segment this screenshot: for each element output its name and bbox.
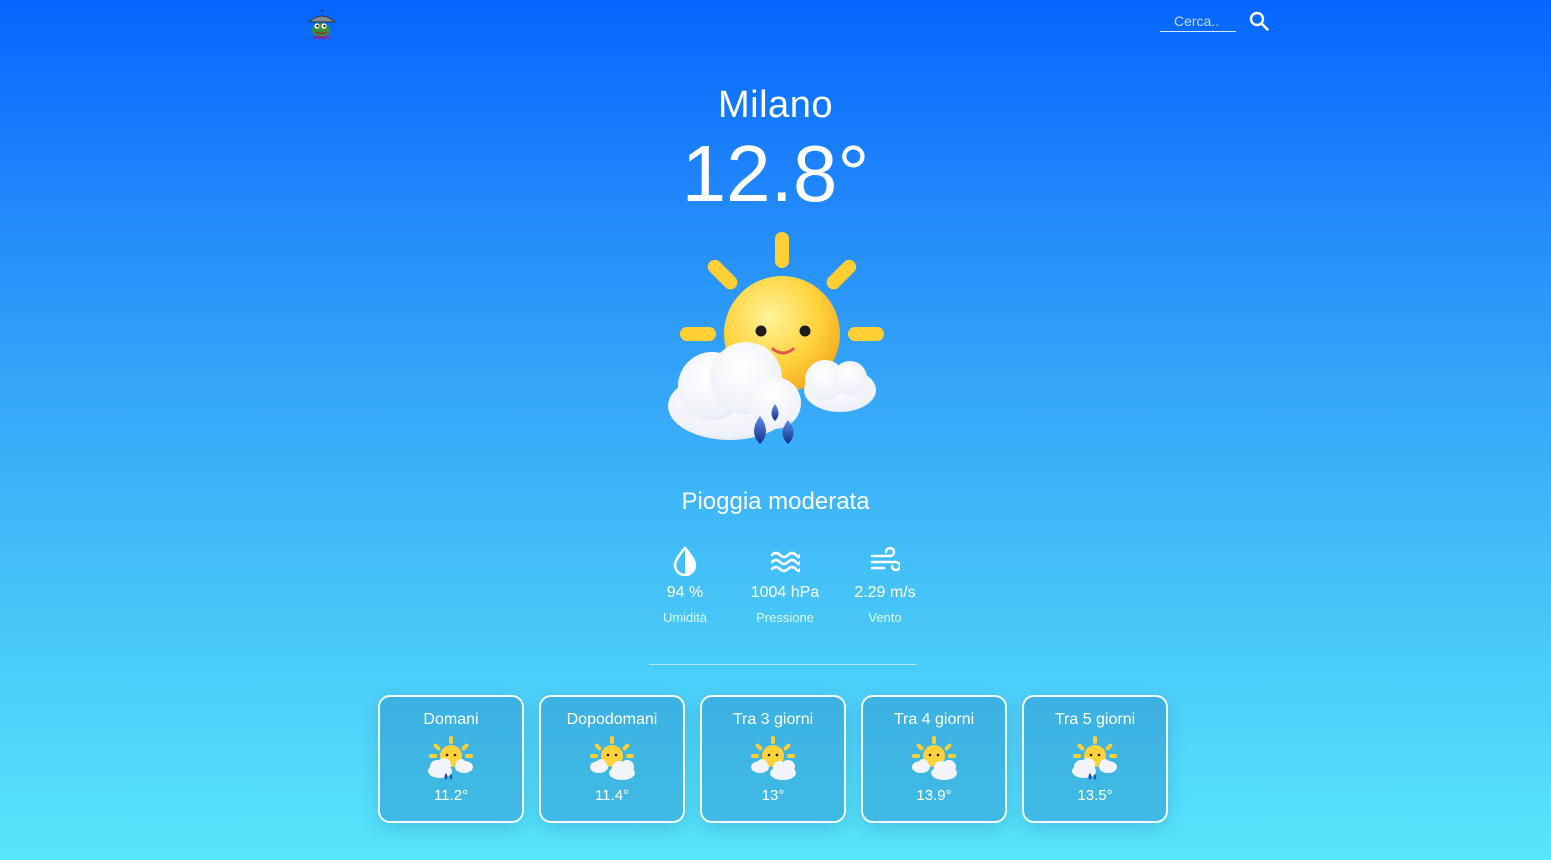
forecast-list: Domani 11.2° Dopodomani 11.4° Tra 3 gior… [378, 695, 1168, 823]
forecast-day: Tra 5 giorni [1054, 711, 1136, 728]
sun-cloud-icon [912, 736, 957, 780]
forecast-card[interactable]: Dopodomani 11.4° [539, 695, 685, 823]
forecast-temp: 13.9° [916, 787, 952, 804]
wind-value: 2.29 m/s [854, 584, 916, 601]
sun-cloud-rain-icon [660, 228, 900, 458]
stat-pressure: 1004 hPa Pressione [735, 546, 835, 625]
search-bar [1160, 10, 1270, 32]
pressure-label: Pressione [756, 610, 814, 625]
forecast-day: Tra 4 giorni [893, 711, 975, 728]
current-temperature: 12.8° [681, 129, 870, 218]
wind-icon [870, 546, 900, 572]
forecast-card[interactable]: Tra 3 giorni 13° [700, 695, 846, 823]
sun-cloud-icon [751, 736, 796, 780]
forecast-temp: 11.2° [433, 787, 469, 804]
humidity-value: 94 % [666, 584, 704, 601]
forecast-temp: 13.5° [1077, 787, 1113, 804]
forecast-day: Domani [423, 711, 479, 728]
stat-wind: 2.29 m/s Vento [835, 546, 935, 625]
sun-cloud-rain-icon [428, 736, 473, 780]
sun-cloud-icon [590, 736, 635, 780]
stat-humidity: 94 % Umidità [635, 546, 735, 625]
divider [649, 664, 917, 665]
forecast-card[interactable]: Tra 5 giorni 13.5° [1022, 695, 1168, 823]
forecast-day: Dopodomani [566, 711, 658, 728]
forecast-card[interactable]: Domani 11.2° [378, 695, 524, 823]
sun-cloud-rain-icon [1072, 736, 1117, 780]
humidity-label: Umidità [662, 610, 708, 625]
humidity-drop-icon [673, 546, 697, 576]
forecast-temp: 11.4° [594, 787, 630, 804]
search-icon [1249, 11, 1269, 31]
wind-label: Vento [868, 610, 902, 625]
logo-icon[interactable] [306, 8, 338, 40]
search-button[interactable] [1248, 10, 1270, 32]
pressure-value: 1004 hPa [750, 584, 820, 601]
search-input[interactable] [1160, 10, 1236, 32]
pressure-waves-icon [770, 551, 800, 573]
weather-description: Pioggia moderata [681, 488, 870, 515]
forecast-temp: 13° [761, 787, 785, 804]
forecast-card[interactable]: Tra 4 giorni 13.9° [861, 695, 1007, 823]
city-name: Milano [718, 84, 833, 126]
weather-stats: 94 % Umidità 1004 hPa Pressione 2.29 m/s… [635, 546, 935, 625]
forecast-day: Tra 3 giorni [732, 711, 814, 728]
